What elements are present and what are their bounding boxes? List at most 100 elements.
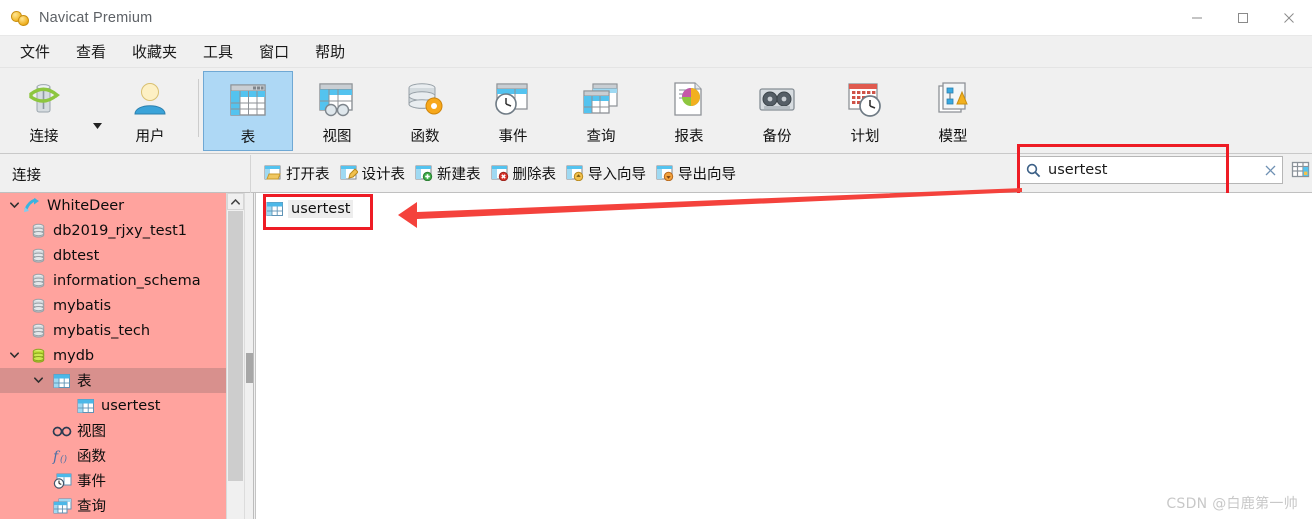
design-table-icon [340,165,358,181]
database-icon [28,322,48,340]
backup-icon [752,77,802,123]
model-icon [928,77,978,123]
table-icon [223,78,273,124]
toolbar-button-connection[interactable]: 连接 [0,71,88,151]
panel-splitter[interactable] [244,193,254,519]
tree-item-mybatis[interactable]: mybatis [0,293,226,318]
new-table-button[interactable]: 新建表 [410,161,486,185]
main-toolbar: 连接 用户 表 视图 函数 事件 查询 报表 备份 计划 模型 [0,69,1312,154]
tree-item-events[interactable]: 事件 [0,468,226,493]
maximize-button[interactable] [1220,0,1266,36]
window-controls [1174,0,1312,36]
menu-help[interactable]: 帮助 [305,38,355,65]
chevron-down-icon[interactable] [6,193,22,218]
query-grid-icon [52,497,72,515]
menu-bar: 文件 查看 收藏夹 工具 窗口 帮助 [0,36,1312,68]
tree-label: 查询 [77,499,106,515]
tree-label: db2019_rjxy_test1 [53,222,188,239]
tree-item-dbtest[interactable]: dbtest [0,243,226,268]
tree-label: mydb [53,347,95,364]
scrollbar-thumb[interactable] [228,211,243,481]
toolbar-label-connection: 连接 [29,129,59,145]
menu-tools[interactable]: 工具 [193,38,243,65]
database-icon [28,247,48,265]
chevron-up-icon[interactable] [227,193,244,210]
tree-item-mydb[interactable]: mydb [0,343,226,368]
query-icon [576,77,626,123]
toolbar-button-view[interactable]: 视图 [293,71,381,151]
window-title: Navicat Premium [39,9,153,26]
toolbar-button-table[interactable]: 表 [203,71,293,151]
design-table-button[interactable]: 设计表 [335,161,411,185]
connection-panel-header: 连接 [12,168,41,184]
menu-file[interactable]: 文件 [10,38,60,65]
new-table-icon [415,165,433,181]
toolbar-button-user[interactable]: 用户 [106,71,194,151]
sidebar-scrollbar[interactable] [226,193,244,519]
chevron-down-icon[interactable] [6,343,22,368]
tree-item-whitedeer[interactable]: WhiteDeer [0,193,226,218]
toolbar-label-model: 模型 [938,129,968,145]
tree-item-tables[interactable]: 表 [0,368,226,393]
tree-item-functions[interactable]: f () 函数 [0,443,226,468]
toolbar-button-backup[interactable]: 备份 [733,71,821,151]
view-glasses-icon [52,422,72,440]
menu-view[interactable]: 查看 [66,38,116,65]
database-icon [28,297,48,315]
toolbar-separator [198,79,199,137]
object-list-pane[interactable]: usertest [255,193,1312,519]
list-item-label: usertest [288,200,354,218]
import-wizard-button[interactable]: 导入向导 [561,161,651,185]
search-box[interactable]: usertest [1019,156,1283,184]
toolbar-button-report[interactable]: 报表 [645,71,733,151]
search-clear-icon[interactable] [1258,157,1282,183]
tree-item-views[interactable]: 视图 [0,418,226,443]
toolbar-button-event[interactable]: 事件 [469,71,557,151]
export-wizard-label: 导出向导 [678,166,736,183]
toolbar-button-function[interactable]: 函数 [381,71,469,151]
tree-item-db2019-rjxy-test1[interactable]: db2019_rjxy_test1 [0,218,226,243]
table-item-icon [266,201,284,217]
delete-table-button[interactable]: 删除表 [486,161,562,185]
title-bar: Navicat Premium [0,0,1312,36]
minimize-button[interactable] [1174,0,1220,36]
table-folder-icon [52,372,72,390]
menu-favorites[interactable]: 收藏夹 [122,38,187,65]
database-active-icon [28,347,48,365]
export-wizard-icon [656,165,674,181]
database-icon [28,272,48,290]
tree-item-usertest[interactable]: usertest [0,393,226,418]
grid-view-icon[interactable] [1290,157,1312,183]
splitter-grip[interactable] [246,353,253,383]
open-table-icon [264,165,282,181]
toolbar-button-schedule[interactable]: 计划 [821,71,909,151]
import-wizard-icon [566,165,584,181]
delete-table-icon [491,165,509,181]
tree-item-mybatis-tech[interactable]: mybatis_tech [0,318,226,343]
toolbar-label-function: 函数 [410,129,440,145]
tree-label: information_schema [53,272,201,289]
tree-label: 视图 [77,424,106,440]
event-clock-icon [52,472,72,490]
close-icon[interactable] [1266,0,1312,36]
search-icon [1026,163,1041,178]
function-fx-icon: f () [52,447,72,465]
menu-window[interactable]: 窗口 [249,38,299,65]
open-table-button[interactable]: 打开表 [259,161,335,185]
chevron-down-icon[interactable] [30,368,46,393]
toolbar-button-model[interactable]: 模型 [909,71,997,151]
tree-item-information-schema[interactable]: information_schema [0,268,226,293]
toolbar-button-query[interactable]: 查询 [557,71,645,151]
export-wizard-button[interactable]: 导出向导 [651,161,741,185]
table-folder-icon [76,397,96,415]
search-input[interactable]: usertest [1048,162,1258,178]
event-icon [488,77,538,123]
connection-tree[interactable]: WhiteDeer db2019_rjxy_test1 dbtest infor… [0,193,226,519]
tree-item-queries[interactable]: 查询 [0,493,226,518]
navicat-logo-icon [10,8,30,28]
connection-dropdown-caret[interactable] [88,123,106,129]
design-table-label: 设计表 [361,166,406,183]
toolbar-label-schedule: 计划 [850,129,880,145]
list-item[interactable]: usertest [266,198,354,220]
schedule-icon [840,77,890,123]
